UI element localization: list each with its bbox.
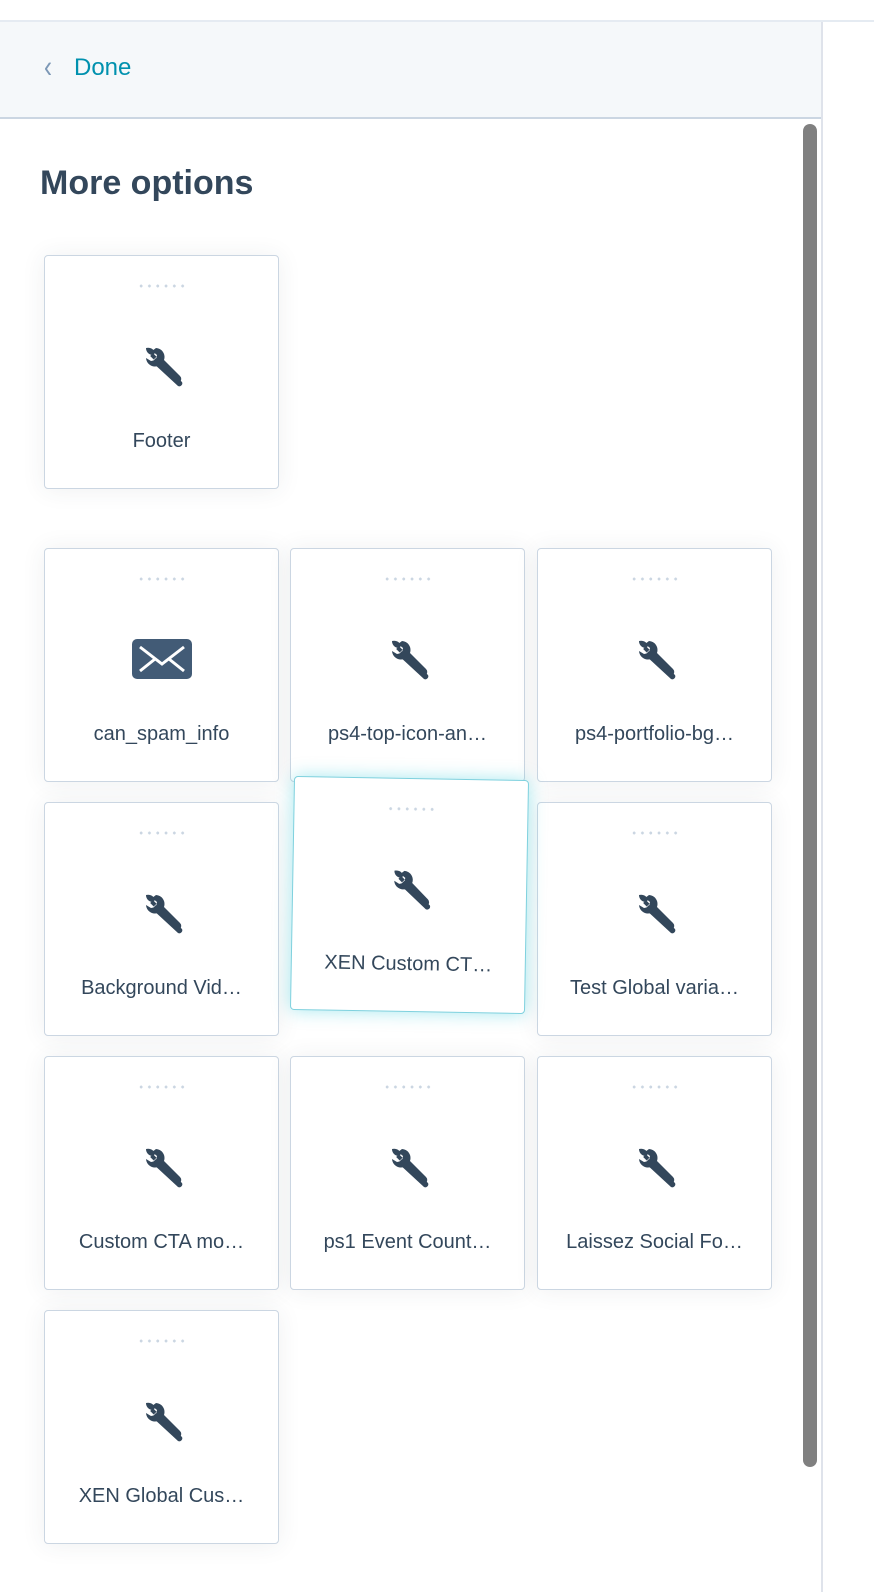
drag-handle-icon[interactable]	[136, 829, 187, 839]
module-card[interactable]: XEN Global Cus…	[44, 1310, 279, 1544]
module-card[interactable]: Footer	[44, 255, 279, 489]
module-label: Background Vid…	[81, 977, 242, 999]
tools-icon	[385, 865, 434, 914]
scrollbar[interactable]	[803, 124, 817, 1467]
tools-icon	[384, 635, 432, 683]
drag-handle-icon[interactable]	[385, 804, 437, 816]
panel-header: ‹ Done	[0, 22, 821, 119]
tools-icon	[138, 1143, 186, 1191]
tools-icon	[631, 889, 679, 937]
module-label: Footer	[132, 430, 191, 452]
drag-handle-icon[interactable]	[629, 829, 680, 839]
module-label: Custom CTA mo…	[78, 1231, 245, 1253]
module-card[interactable]: Test Global varia…	[537, 802, 772, 1036]
module-label: ps1 Event Count…	[323, 1231, 492, 1253]
drag-handle-icon[interactable]	[629, 575, 680, 585]
module-card[interactable]: ps1 Event Count…	[290, 1056, 525, 1290]
module-card[interactable]: XEN Custom CT…	[289, 775, 530, 1015]
tools-icon	[138, 1397, 186, 1445]
module-card[interactable]: ps4-top-icon-an…	[290, 548, 525, 782]
page-title: More options	[40, 164, 254, 202]
drag-handle-icon[interactable]	[136, 1083, 187, 1093]
drag-handle-icon[interactable]	[382, 575, 433, 585]
more-options-panel: ‹ Done More options Footer can_spam_info p…	[0, 22, 823, 1592]
module-card[interactable]: Laissez Social Fo…	[537, 1056, 772, 1290]
drag-handle-icon[interactable]	[136, 575, 187, 585]
module-card[interactable]: ps4-portfolio-bg…	[537, 548, 772, 782]
done-button[interactable]: ‹ Done	[44, 50, 132, 85]
module-label: XEN Global Cus…	[78, 1485, 245, 1507]
tools-icon	[138, 342, 186, 390]
drag-handle-icon[interactable]	[382, 1083, 433, 1093]
module-label: ps4-top-icon-an…	[328, 723, 487, 745]
drag-handle-icon[interactable]	[136, 1337, 187, 1347]
envelope-icon	[132, 639, 192, 679]
module-card[interactable]: can_spam_info	[44, 548, 279, 782]
module-label: ps4-portfolio-bg…	[575, 723, 734, 745]
drag-handle-icon[interactable]	[136, 282, 187, 292]
tools-icon	[631, 1143, 679, 1191]
drag-handle-icon[interactable]	[629, 1083, 680, 1093]
module-card[interactable]: Background Vid…	[44, 802, 279, 1036]
done-label: Done	[74, 54, 132, 81]
chevron-left-icon: ‹	[44, 49, 52, 85]
tools-icon	[138, 889, 186, 937]
module-label: can_spam_info	[93, 723, 230, 745]
module-label: Laissez Social Fo…	[566, 1231, 743, 1253]
tools-icon	[631, 635, 679, 683]
tools-icon	[384, 1143, 432, 1191]
module-label: Test Global varia…	[570, 977, 739, 999]
module-card[interactable]: Custom CTA mo…	[44, 1056, 279, 1290]
module-label: XEN Custom CT…	[324, 951, 493, 977]
